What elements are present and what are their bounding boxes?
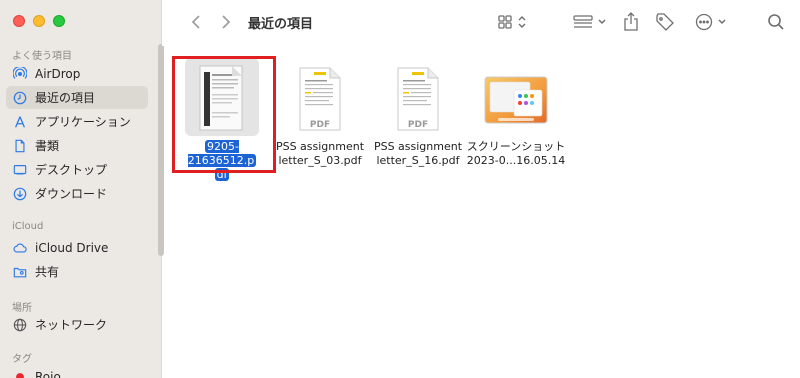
sidebar-item-tag-red[interactable]: Rojo: [6, 365, 148, 378]
ellipsis-circle-icon: [695, 13, 713, 31]
window-title: 最近の項目: [248, 17, 314, 32]
sidebar-item-downloads[interactable]: ダウンロード: [6, 182, 148, 205]
sidebar-item-label: Rojo: [35, 369, 61, 378]
pdf-badge: PDF: [309, 120, 331, 130]
airdrop-icon: [12, 66, 28, 82]
sidebar-item-label: AirDrop: [35, 66, 81, 81]
chevron-down-icon: [718, 19, 726, 25]
clock-icon: [12, 90, 28, 106]
desktop-icon: [12, 162, 28, 178]
applications-icon: [12, 114, 28, 130]
sidebar-item-airdrop[interactable]: AirDrop: [6, 62, 148, 85]
group-icon: [573, 15, 593, 28]
file-name: PSS assignment letter_S_03.pdf: [275, 140, 365, 167]
section-title-tags: タグ: [12, 354, 32, 365]
search-button[interactable]: [767, 11, 785, 33]
sidebar-item-applications[interactable]: アプリケーション: [6, 110, 148, 133]
download-icon: [12, 186, 28, 202]
cloud-icon: [12, 240, 28, 256]
file-item-screenshot[interactable]: スクリーンショット 2023-0...16.05.14: [466, 60, 566, 168]
sidebar-item-label: ネットワーク: [35, 318, 108, 332]
pdf-document-icon: PDF: [368, 60, 468, 132]
chevron-left-icon: [191, 15, 200, 29]
sidebar-item-documents[interactable]: 書類: [6, 134, 148, 157]
sidebar-item-label: 最近の項目: [35, 91, 96, 105]
tag-icon: [656, 13, 674, 31]
section-title-icloud: iCloud: [12, 221, 44, 232]
toolbar: 最近の項目: [162, 0, 800, 46]
finder-window: よく使う項目 AirDrop 最近の項目 アプリケーション 書類 デスクトップ …: [0, 0, 800, 378]
pdf-document-icon: PDF: [270, 60, 370, 132]
chevron-right-icon: [222, 15, 231, 29]
share-button[interactable]: [623, 11, 639, 33]
highlight-box: [172, 56, 276, 173]
sidebar-item-label: iCloud Drive: [35, 240, 109, 255]
chevron-down-icon: [598, 19, 606, 25]
sidebar-item-shared[interactable]: 共有: [6, 260, 148, 283]
search-icon: [768, 14, 784, 30]
sidebar-scrollbar[interactable]: [158, 44, 164, 256]
view-mode-button[interactable]: [497, 11, 527, 33]
chevron-updown-icon: [518, 16, 526, 28]
minimize-button[interactable]: [33, 15, 45, 27]
sidebar-item-icloud-drive[interactable]: iCloud Drive: [6, 236, 148, 259]
close-button[interactable]: [13, 15, 25, 27]
network-icon: [12, 317, 28, 333]
file-name: スクリーンショット 2023-0...16.05.14: [466, 140, 566, 167]
share-icon: [624, 12, 638, 31]
sidebar-item-network[interactable]: ネットワーク: [6, 313, 148, 336]
tag-red-dot: [12, 369, 28, 378]
pdf-badge: PDF: [407, 120, 429, 130]
section-title-favorites: よく使う項目: [12, 51, 72, 62]
grid-view-icon: [498, 15, 512, 29]
file-name: PSS assignment letter_S_16.pdf: [373, 140, 463, 167]
document-icon: [12, 138, 28, 154]
file-item-pss-s03[interactable]: PDF PSS assignment letter_S_03.pdf: [270, 60, 370, 168]
tags-button[interactable]: [655, 11, 675, 33]
section-title-locations: 場所: [12, 303, 32, 314]
sidebar-item-label: 共有: [35, 265, 60, 279]
group-button[interactable]: [573, 11, 607, 33]
sidebar-item-desktop[interactable]: デスクトップ: [6, 158, 148, 181]
shared-folder-icon: [12, 264, 28, 280]
zoom-button[interactable]: [53, 15, 65, 27]
sidebar-item-label: 書類: [35, 139, 60, 153]
sidebar-item-recents[interactable]: 最近の項目: [6, 86, 148, 109]
more-actions-button[interactable]: [695, 11, 727, 33]
back-button[interactable]: [186, 12, 206, 32]
sidebar-item-label: デスクトップ: [35, 163, 108, 177]
screenshot-thumbnail-icon: [466, 60, 566, 132]
sidebar-item-label: アプリケーション: [35, 115, 131, 129]
window-controls: [13, 15, 65, 27]
sidebar-item-label: ダウンロード: [35, 187, 108, 201]
forward-button[interactable]: [216, 12, 236, 32]
sidebar: よく使う項目 AirDrop 最近の項目 アプリケーション 書類 デスクトップ …: [0, 0, 164, 378]
file-item-pss-s16[interactable]: PDF PSS assignment letter_S_16.pdf: [368, 60, 468, 168]
